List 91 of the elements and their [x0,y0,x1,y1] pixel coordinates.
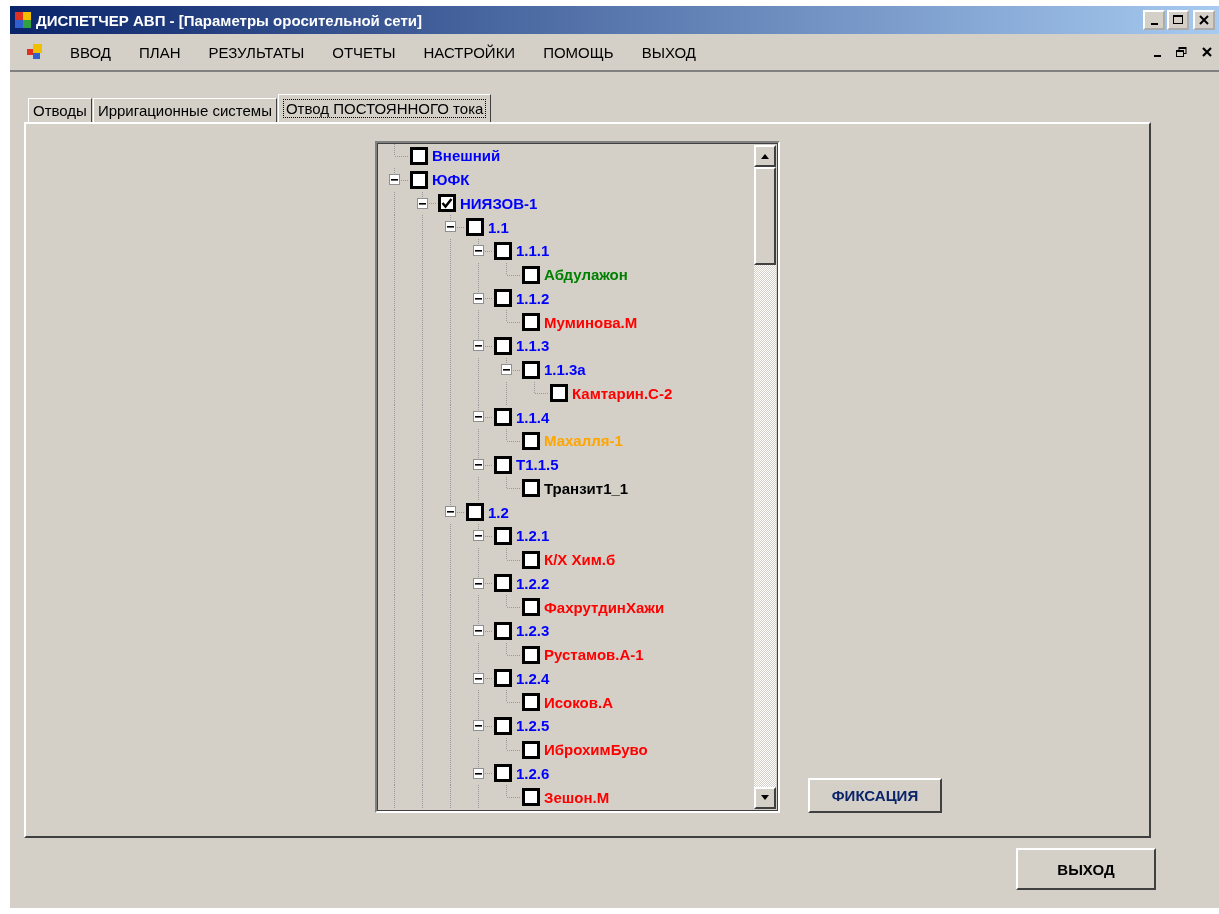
minimize-icon [1150,22,1158,25]
checkbox[interactable] [494,455,512,474]
fix-button[interactable]: ФИКСАЦИЯ [808,778,942,813]
checkbox[interactable] [522,360,540,379]
collapse-icon[interactable] [473,292,484,304]
collapse-icon[interactable] [501,363,512,375]
menu-item[interactable]: РЕЗУЛЬТАТЫ [194,43,319,61]
collapse-icon[interactable] [473,720,484,731]
checkbox[interactable] [494,289,512,308]
menu-item[interactable]: НАСТРОЙКИ [409,43,530,61]
restore-icon[interactable] [1175,46,1187,58]
window-title: ДИСПЕТЧЕР АВП - [Параметры оросительной сети] [36,11,423,29]
checkbox[interactable] [494,336,512,355]
collapse-icon[interactable] [473,625,484,636]
checkbox[interactable] [550,384,568,403]
up-arrow-icon [760,153,770,159]
tree-item[interactable]: 1.2.4 [516,669,550,687]
close-icon[interactable] [1201,46,1213,58]
checkbox[interactable] [466,218,484,237]
collapse-icon[interactable] [473,577,484,589]
checkbox[interactable] [522,265,540,284]
collapse-icon[interactable] [473,672,484,684]
tree-item[interactable]: 1.2.1 [516,527,550,545]
scroll-thumb[interactable] [754,167,776,265]
scroll-down-button[interactable] [754,787,776,809]
close-icon [1198,14,1210,26]
checkbox[interactable] [522,313,540,332]
tree-item[interactable]: 1.1.3 [516,337,550,355]
tab[interactable]: Отвод ПОСТОЯННОГО тока [277,94,492,122]
tree-item[interactable]: 1.1 [488,218,509,236]
minimize-button[interactable] [1143,10,1165,30]
tree-item[interactable]: Внешний [432,147,501,165]
menu-item[interactable]: ПОМОЩЬ [529,43,628,61]
tree-item[interactable]: Абдулажон [544,266,628,284]
checkbox[interactable] [494,716,512,735]
checkbox[interactable] [494,764,512,783]
collapse-icon[interactable] [473,458,484,470]
checkbox[interactable] [522,788,540,807]
tree-item[interactable]: НИЯЗОВ-1 [460,194,538,212]
checkbox[interactable] [522,431,540,450]
checkbox[interactable] [438,194,456,213]
menu-item[interactable]: ВЫХОД [627,43,710,61]
tree-item[interactable]: 1.2 [488,503,509,521]
checkbox[interactable] [522,645,540,664]
collapse-icon[interactable] [473,530,484,541]
collapse-icon[interactable] [473,340,484,351]
collapse-icon[interactable] [389,173,400,185]
maximize-button[interactable] [1167,10,1189,30]
down-arrow-icon [760,795,770,801]
tree-item[interactable]: 1.2.3 [516,622,550,640]
tree-item[interactable]: 1.2.2 [516,574,550,592]
checkbox[interactable] [522,598,540,617]
tree-item[interactable]: Транзит1_1 [544,479,629,497]
checkbox[interactable] [410,170,428,189]
app-icon [14,11,32,29]
tree-item[interactable]: 1.1.2 [516,289,550,307]
checkbox[interactable] [522,550,540,569]
checkbox[interactable] [466,503,484,522]
checkbox[interactable] [494,408,512,427]
exit-button[interactable]: ВЫХОД [1016,848,1156,890]
checkbox[interactable] [494,526,512,545]
checkbox[interactable] [494,621,512,640]
tree-item[interactable]: 1.1.3а [544,361,586,379]
tree-item[interactable]: 1.2.6 [516,764,550,782]
tree-item[interactable]: ЮФК [432,171,470,189]
menu-item[interactable]: ОТЧЕТЫ [318,43,410,61]
tree-item[interactable]: 1.1.4 [516,408,550,426]
menu-item[interactable]: ВВОД [56,43,125,61]
tree-item[interactable]: 1.1.1 [516,242,550,260]
menu-item[interactable]: ПЛАН [125,43,195,61]
collapse-icon[interactable] [473,245,484,256]
collapse-icon[interactable] [417,197,428,209]
collapse-icon[interactable] [445,221,456,233]
checkbox[interactable] [494,669,512,688]
tree-item[interactable]: 1.2.5 [516,717,550,735]
document-icon [26,43,44,61]
checkbox[interactable] [522,693,540,712]
tree-item[interactable]: Т1.1.5 [516,456,559,474]
checkbox[interactable] [522,740,540,759]
checkbox[interactable] [410,146,428,165]
checkbox[interactable] [522,479,540,498]
collapse-icon[interactable] [445,506,456,518]
collapse-icon[interactable] [473,767,484,779]
checkbox[interactable] [494,241,512,260]
tab[interactable]: Ирригационные системы [92,98,277,122]
tab[interactable]: Отводы [28,98,92,122]
maximize-icon [1172,14,1184,26]
close-button[interactable] [1193,10,1215,30]
scroll-up-button[interactable] [754,145,776,167]
collapse-icon[interactable] [473,411,484,423]
checkbox[interactable] [494,574,512,593]
